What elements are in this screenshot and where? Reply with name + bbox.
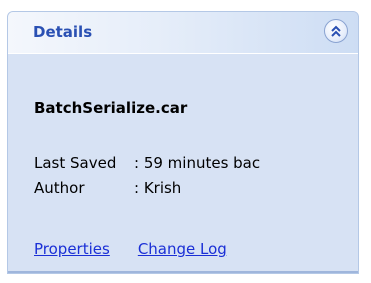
panel-title: Details — [33, 23, 93, 41]
panel-links: Properties Change Log — [34, 240, 227, 258]
author-label: Author — [34, 179, 85, 197]
panel-bottom-border — [8, 271, 358, 273]
panel-header: Details — [8, 12, 358, 54]
last-saved-value: : 59 minutes bac — [134, 154, 261, 172]
last-saved-row: Last Saved : 59 minutes bac — [34, 154, 260, 172]
file-name: BatchSerialize.car — [34, 99, 188, 117]
chevron-double-up-icon — [331, 25, 341, 37]
author-value: : Krish — [134, 179, 182, 197]
author-row: Author : Krish — [34, 179, 181, 197]
last-saved-label: Last Saved — [34, 154, 117, 172]
details-panel: Details BatchSerialize.car Last Saved : 5… — [7, 11, 359, 274]
collapse-button[interactable] — [324, 19, 348, 43]
properties-link[interactable]: Properties — [34, 240, 110, 258]
change-log-link[interactable]: Change Log — [138, 240, 227, 258]
